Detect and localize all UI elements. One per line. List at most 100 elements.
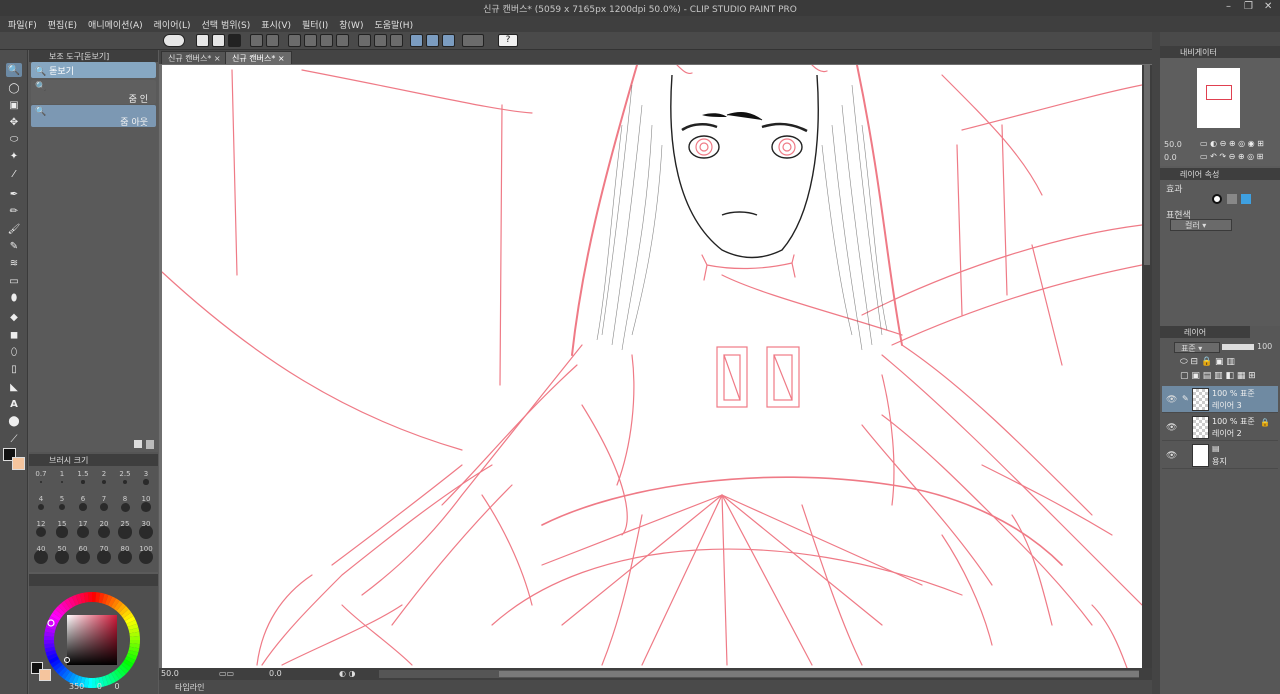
brush-size-dot[interactable] xyxy=(79,503,87,511)
invert-selection-icon[interactable] xyxy=(374,34,387,47)
document-tab-active[interactable]: 신규 캔버스* × xyxy=(225,51,292,64)
menu-window[interactable]: 창(W) xyxy=(339,18,363,31)
navigator-zoom-buttons[interactable]: ▭ ◐ ⊖ ⊕ ◎ ◉ ⊞ xyxy=(1200,139,1264,148)
open-icon[interactable] xyxy=(212,34,225,47)
navigator-zoom-readout[interactable]: 50.0 xyxy=(1164,140,1182,149)
subtool-item-zoom-out[interactable]: 🔍 줌 아웃 xyxy=(31,105,156,128)
delete-subtool-icon[interactable] xyxy=(146,440,154,449)
airbrush-icon[interactable]: ✎ xyxy=(6,239,22,253)
subtool-group-zoom[interactable]: 🔍 돋보기 xyxy=(31,62,156,78)
lock-icon[interactable]: 🔒 xyxy=(1260,418,1270,427)
vertical-scroll-thumb[interactable] xyxy=(1144,65,1150,265)
zoom-slider-icon[interactable]: ▭▭ xyxy=(219,669,234,678)
fill-tool-icon[interactable]: ⬮ xyxy=(6,291,22,305)
menu-view[interactable]: 표시(V) xyxy=(261,18,291,31)
horizontal-scrollbar[interactable] xyxy=(379,670,1139,678)
layer-color-effect-icon[interactable] xyxy=(1241,194,1251,204)
close-icon[interactable]: ✕ xyxy=(1264,1,1272,12)
brush-size-tab[interactable]: 브러시 크기 xyxy=(29,454,158,466)
brush-size-dot[interactable] xyxy=(56,526,68,538)
balloon-tool-icon[interactable]: ⬤ xyxy=(6,414,22,428)
sub-color-chip[interactable] xyxy=(12,457,25,470)
layer-tab[interactable]: 레이어 xyxy=(1160,326,1250,338)
subtool-tab[interactable]: 보조 도구[돋보기] xyxy=(29,50,158,62)
navigator-viewport-frame[interactable] xyxy=(1206,85,1232,100)
menu-animation[interactable]: 애니메이션(A) xyxy=(88,18,143,31)
navigator-tab[interactable]: 내비게이터 xyxy=(1160,46,1280,58)
display-dropdown-icon[interactable] xyxy=(462,34,484,47)
visibility-icon[interactable]: 👁 xyxy=(1166,423,1177,433)
navigator-preview[interactable] xyxy=(1197,68,1240,128)
border-effect-icon[interactable] xyxy=(1212,194,1222,204)
move-tool-icon[interactable]: ◯ xyxy=(6,81,22,95)
brush-size-dot[interactable] xyxy=(143,479,149,485)
snap-grid-icon[interactable] xyxy=(442,34,455,47)
menu-file[interactable]: 파일(F) xyxy=(8,18,37,31)
brush-size-dot[interactable] xyxy=(37,503,45,511)
deselect-icon[interactable] xyxy=(358,34,371,47)
menu-filter[interactable]: 필터(I) xyxy=(302,18,328,31)
layer-options-icons[interactable]: ⬭ ⊟ 🔒 ▣ ▥ xyxy=(1180,357,1235,367)
auto-select-icon[interactable]: ✦ xyxy=(6,149,22,163)
navigator-rotate-buttons[interactable]: ▭ ↶ ↷ ⊖ ⊕ ◎ ⊞ xyxy=(1200,152,1263,161)
drawing-canvas[interactable] xyxy=(162,65,1142,668)
color-wheel[interactable] xyxy=(42,590,142,690)
color-panel-tab[interactable] xyxy=(29,574,158,586)
decoration-tool-icon[interactable]: ≋ xyxy=(6,256,22,270)
navigator-rotate-readout[interactable]: 0.0 xyxy=(1164,153,1177,162)
pencil-tool-icon[interactable]: ✏ xyxy=(6,204,22,218)
new-icon[interactable] xyxy=(196,34,209,47)
pen-tool-icon[interactable]: ✒ xyxy=(6,187,22,201)
document-tab[interactable]: 신규 캔버스* × xyxy=(161,51,228,64)
layer-row[interactable]: 👁 ▤ 용지 xyxy=(1162,442,1278,469)
expression-color-select[interactable]: 컬러 ▾ xyxy=(1170,219,1232,231)
menu-edit[interactable]: 편집(E) xyxy=(48,18,77,31)
opacity-value[interactable]: 100 xyxy=(1257,342,1272,351)
undo-icon[interactable] xyxy=(250,34,263,47)
show-selection-icon[interactable] xyxy=(390,34,403,47)
minimize-icon[interactable]: – xyxy=(1226,1,1231,12)
text-tool-icon[interactable]: A xyxy=(6,397,22,411)
layer-row[interactable]: 👁 ✎ 100 % 표준 레이어 3 xyxy=(1162,386,1278,413)
correct-line-icon[interactable]: ⟋ xyxy=(6,432,22,446)
clip-studio-icon[interactable] xyxy=(163,34,185,47)
layer-command-icons[interactable]: ▢ ▣ ▤ ▥ ◧ ▦ ⊞ xyxy=(1180,371,1256,381)
new-subtool-icon[interactable] xyxy=(134,440,142,448)
layer-row[interactable]: 👁 100 % 표준 레이어 2 🔒 xyxy=(1162,414,1278,441)
brush-size-dot[interactable] xyxy=(120,502,130,512)
clear-icon[interactable] xyxy=(288,34,301,47)
tone-effect-icon[interactable] xyxy=(1227,194,1237,204)
brush-size-dot[interactable] xyxy=(60,480,64,484)
opacity-slider[interactable] xyxy=(1222,344,1254,350)
menu-selection[interactable]: 선택 범위(S) xyxy=(202,18,251,31)
visibility-icon[interactable]: 👁 xyxy=(1166,451,1177,461)
fill-icon[interactable] xyxy=(320,34,333,47)
snap-ruler-icon[interactable] xyxy=(410,34,423,47)
operation-tool-icon[interactable]: ▣ xyxy=(6,98,22,112)
blend-tool-icon[interactable]: ◆ xyxy=(6,310,22,324)
brush-tool-icon[interactable]: 🖌 xyxy=(6,222,22,236)
brush-size-dot[interactable] xyxy=(122,479,128,485)
ruler-tool-icon[interactable]: ◣ xyxy=(6,380,22,394)
blend-mode-select[interactable]: 표준 ▾ xyxy=(1174,342,1220,353)
gradient-tool-icon[interactable]: ◼ xyxy=(6,328,22,342)
redo-icon[interactable] xyxy=(266,34,279,47)
subtool-item-zoom-in[interactable]: 🔍 줌 인 xyxy=(31,80,156,105)
brush-size-dot[interactable] xyxy=(58,503,66,511)
help-icon[interactable]: ? xyxy=(498,34,518,47)
brush-size-dot[interactable] xyxy=(40,481,42,483)
horizontal-scroll-thumb[interactable] xyxy=(499,671,1139,677)
brush-size-dot[interactable] xyxy=(99,502,109,512)
maximize-icon[interactable]: ❐ xyxy=(1244,1,1253,12)
snap-guide-icon[interactable] xyxy=(426,34,439,47)
brush-size-dot[interactable] xyxy=(141,502,151,512)
layer-property-tab[interactable]: 레이어 속성 xyxy=(1160,168,1280,180)
brush-size-dot[interactable] xyxy=(101,479,107,485)
eraser-tool-icon[interactable]: ▭ xyxy=(6,274,22,288)
figure-tool-icon[interactable]: ⬯ xyxy=(6,345,22,359)
color-sub-swatch[interactable] xyxy=(39,669,51,681)
menu-layer[interactable]: 레이어(L) xyxy=(154,18,191,31)
move-layer-icon[interactable]: ✥ xyxy=(6,115,22,129)
transform-icon[interactable] xyxy=(336,34,349,47)
eyedropper-icon[interactable]: ⁄ xyxy=(6,167,22,181)
